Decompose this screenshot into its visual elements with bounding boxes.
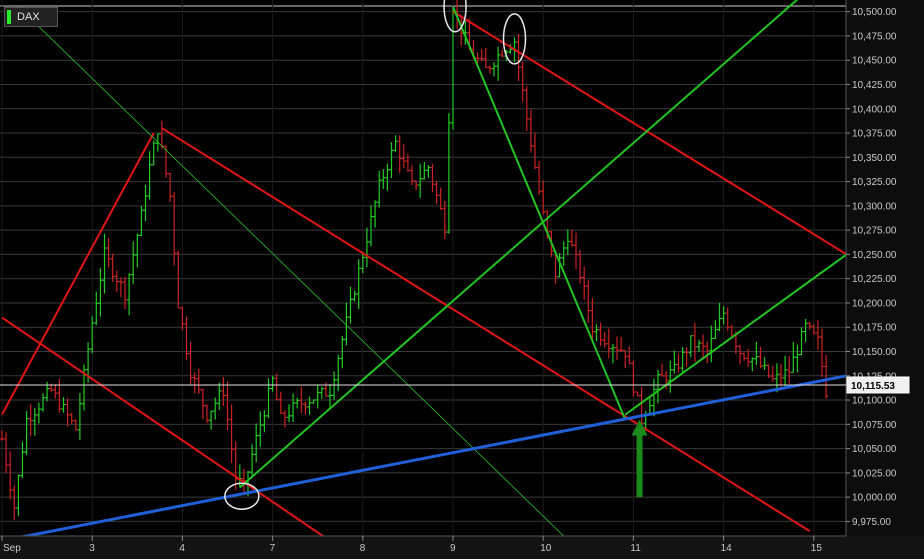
y-tick-label: 10,225.00 <box>852 274 897 285</box>
chart-area[interactable]: 9,975.00 10,000.00 10,025.00 10,050.00 10,07… <box>0 0 924 559</box>
x-tick-label: 9 <box>450 543 456 554</box>
y-tick-label: 10,425.00 <box>852 80 897 91</box>
y-tick-label: 10,275.00 <box>852 226 897 237</box>
y-tick-label: 10,325.00 <box>852 177 897 188</box>
x-tick-label: 3 <box>89 543 95 554</box>
y-tick-label: 10,000.00 <box>852 493 897 504</box>
price-chart[interactable]: 9,975.00 10,000.00 10,025.00 10,050.00 10,07… <box>0 0 924 559</box>
x-tick-label: 4 <box>179 543 185 554</box>
symbol-tag[interactable]: DAX <box>4 7 58 27</box>
time-axis-background <box>0 536 924 559</box>
price-axis[interactable]: 9,975.00 10,000.00 10,025.00 10,050.00 10,07… <box>845 0 924 559</box>
last-price-label: 10,115.53 <box>851 381 895 392</box>
y-tick-label: 10,075.00 <box>852 420 897 431</box>
y-tick-label: 10,025.00 <box>852 468 897 479</box>
time-axis[interactable]: Sep 3 4 7 8 9 10 11 14 15 <box>0 535 924 559</box>
x-tick-label: 10 <box>540 543 552 554</box>
x-tick-label: 11 <box>630 543 641 554</box>
y-tick-label: 10,050.00 <box>852 444 897 455</box>
x-tick-label: Sep <box>3 543 21 554</box>
x-tick-label: 14 <box>721 543 733 554</box>
y-tick-label: 10,375.00 <box>852 129 897 140</box>
x-tick-label: 15 <box>811 543 823 554</box>
y-tick-label: 10,300.00 <box>852 201 897 212</box>
x-tick-label: 7 <box>270 543 276 554</box>
x-tick-label: 8 <box>360 543 366 554</box>
y-tick-label: 10,250.00 <box>852 250 897 261</box>
y-tick-label: 9,975.00 <box>852 517 891 528</box>
y-tick-label: 10,400.00 <box>852 104 897 115</box>
y-tick-label: 10,175.00 <box>852 323 897 334</box>
y-tick-label: 10,350.00 <box>852 153 897 164</box>
y-tick-label: 10,475.00 <box>852 31 897 42</box>
y-tick-label: 10,150.00 <box>852 347 897 358</box>
y-tick-label: 10,450.00 <box>852 56 897 67</box>
symbol-label: DAX <box>17 11 40 23</box>
y-tick-label: 10,100.00 <box>852 396 897 407</box>
chart-background <box>0 0 924 559</box>
y-tick-label: 10,500.00 <box>852 7 897 18</box>
y-tick-label: 10,200.00 <box>852 298 897 309</box>
symbol-color-marker <box>7 10 11 24</box>
